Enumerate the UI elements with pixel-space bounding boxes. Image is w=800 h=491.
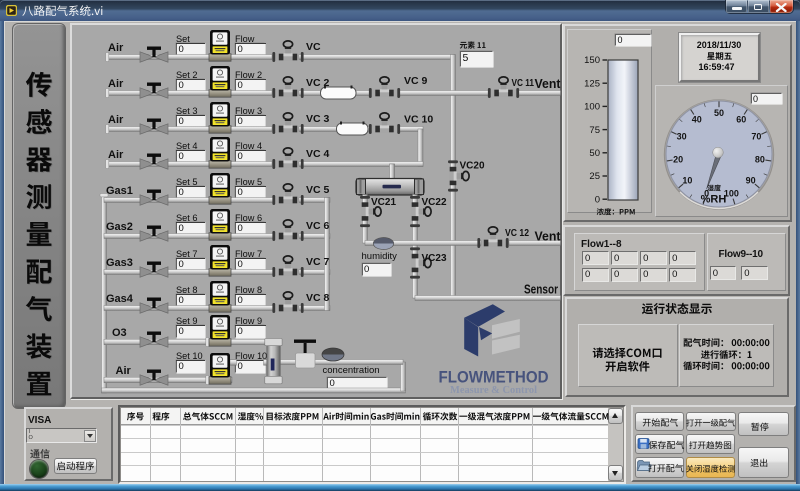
svg-text:50: 50	[714, 108, 724, 118]
svg-text:VC 8: VC 8	[306, 292, 330, 304]
svg-text:Air: Air	[108, 149, 124, 161]
svg-text:80: 80	[755, 155, 765, 165]
svg-text:Gas2: Gas2	[106, 221, 133, 233]
svg-text:VC21: VC21	[371, 197, 396, 208]
svg-text:Measure & Control: Measure & Control	[450, 384, 537, 396]
svg-text:50: 50	[589, 148, 600, 159]
svg-text:VC22: VC22	[422, 197, 447, 208]
svg-text:70: 70	[751, 132, 761, 142]
svg-text:Sensor: Sensor	[524, 283, 558, 297]
svg-text:VC 6: VC 6	[306, 220, 330, 232]
svg-text:VC 12: VC 12	[505, 228, 529, 239]
svg-text:VC 9: VC 9	[404, 75, 428, 87]
svg-text:40: 40	[692, 114, 702, 124]
svg-text:Air: Air	[108, 78, 124, 90]
svg-text:0: 0	[595, 194, 600, 205]
svg-text:Air: Air	[108, 42, 124, 54]
svg-text:60: 60	[736, 114, 746, 124]
svg-text:O3: O3	[112, 327, 127, 339]
svg-text:VC 4: VC 4	[306, 148, 330, 160]
svg-text:150: 150	[584, 55, 600, 66]
svg-text:Vent: Vent	[535, 77, 562, 91]
svg-text:Gas4: Gas4	[106, 293, 134, 305]
svg-text:Air: Air	[108, 114, 124, 126]
svg-text:VC23: VC23	[422, 253, 447, 264]
svg-text:75: 75	[589, 125, 600, 136]
svg-text:VC20: VC20	[460, 161, 485, 172]
svg-text:VC 3: VC 3	[306, 113, 330, 125]
svg-text:VC: VC	[306, 41, 321, 53]
svg-text:VC 11: VC 11	[512, 78, 535, 89]
svg-text:Gas3: Gas3	[106, 257, 133, 269]
svg-text:90: 90	[746, 176, 756, 186]
svg-text:%RH: %RH	[701, 194, 727, 206]
svg-text:Vent: Vent	[535, 230, 562, 244]
svg-text:VC 7: VC 7	[306, 256, 330, 268]
svg-text:concentration: concentration	[323, 365, 380, 376]
svg-text:VC 10: VC 10	[404, 114, 433, 126]
svg-text:125: 125	[584, 78, 600, 89]
svg-text:10: 10	[682, 176, 692, 186]
svg-text:20: 20	[673, 155, 683, 165]
svg-text:VC 5: VC 5	[306, 184, 330, 196]
svg-text:Gas1: Gas1	[106, 185, 133, 197]
svg-text:100: 100	[584, 102, 600, 113]
svg-text:30: 30	[677, 132, 687, 142]
svg-text:25: 25	[589, 171, 600, 182]
svg-text:humidity: humidity	[362, 251, 398, 262]
svg-text:Air: Air	[116, 365, 132, 377]
